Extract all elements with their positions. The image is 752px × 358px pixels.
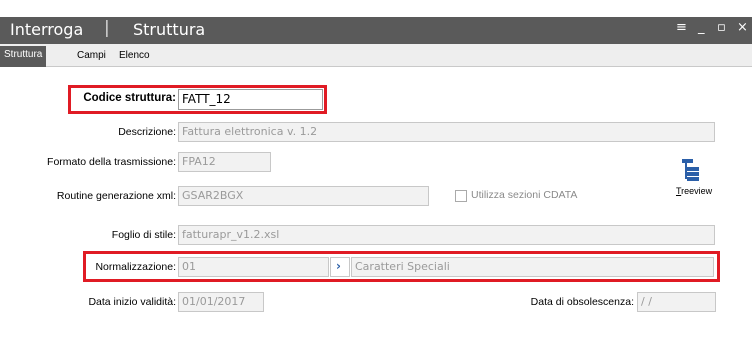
routine-xml-field[interactable]: GSAR2BGX bbox=[178, 186, 429, 206]
cdata-label: Utilizza sezioni CDATA bbox=[471, 189, 578, 201]
data-inizio-field[interactable]: 01/01/2017 bbox=[178, 292, 264, 312]
codice-struttura-input[interactable]: FATT_12 bbox=[178, 89, 323, 110]
normalizzazione-code-field[interactable]: 01 bbox=[178, 257, 329, 277]
codice-struttura-label: Codice struttura: bbox=[83, 92, 176, 104]
treeview-button-label[interactable]: Treeview bbox=[676, 186, 712, 196]
chevron-right-icon: › bbox=[336, 259, 341, 273]
title-separator: | bbox=[104, 18, 110, 38]
tab-bar: Struttura Campi Elenco bbox=[0, 44, 752, 67]
formato-trasmissione-label: Formato della trasmissione: bbox=[47, 156, 176, 168]
descrizione-field[interactable]: Fattura elettronica v. 1.2 bbox=[178, 122, 715, 142]
tab-struttura[interactable]: Struttura bbox=[0, 46, 47, 67]
normalizzazione-desc-field: Caratteri Speciali bbox=[351, 257, 714, 277]
close-icon[interactable]: × bbox=[737, 20, 748, 35]
routine-xml-label: Routine generazione xml: bbox=[56, 190, 176, 202]
tab-elenco[interactable]: Elenco bbox=[115, 47, 154, 67]
treeview-icon[interactable] bbox=[681, 158, 701, 186]
data-obsolescenza-label: Data di obsolescenza: bbox=[530, 296, 634, 308]
maximize-icon[interactable]: ▫ bbox=[717, 20, 726, 35]
cdata-checkbox[interactable] bbox=[455, 190, 467, 202]
foglio-stile-field[interactable]: fatturapr_v1.2.xsl bbox=[178, 225, 715, 245]
window-title-struttura: Struttura bbox=[133, 20, 206, 39]
window-titlebar: Interroga | Struttura ≡ _ ▫ × bbox=[0, 17, 752, 44]
minimize-icon[interactable]: _ bbox=[698, 20, 705, 35]
normalizzazione-zoom-button[interactable]: › bbox=[330, 257, 350, 277]
window-title-interroga: Interroga bbox=[10, 20, 84, 39]
formato-trasmissione-field[interactable]: FPA12 bbox=[178, 152, 271, 172]
data-inizio-label: Data inizio validità: bbox=[88, 296, 176, 308]
menu-icon[interactable]: ≡ bbox=[676, 20, 687, 35]
foglio-stile-label: Foglio di stile: bbox=[111, 229, 176, 241]
tab-campi[interactable]: Campi bbox=[73, 47, 110, 67]
normalizzazione-label: Normalizzazione: bbox=[95, 261, 176, 273]
descrizione-label: Descrizione: bbox=[118, 126, 176, 138]
data-obsolescenza-field[interactable]: / / bbox=[637, 292, 716, 312]
